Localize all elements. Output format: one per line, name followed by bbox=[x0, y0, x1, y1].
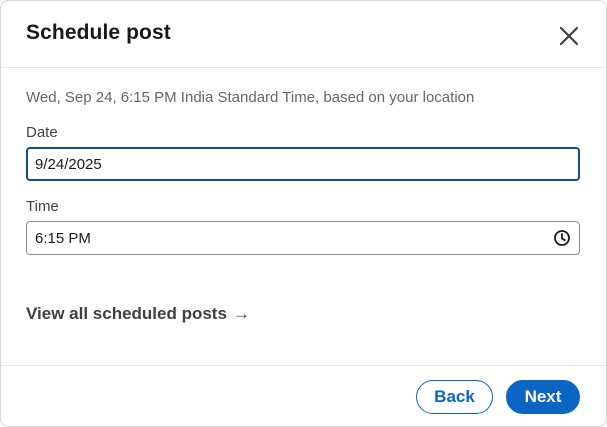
schedule-post-dialog: Schedule post Wed, Sep 24, 6:15 PM India… bbox=[0, 0, 607, 427]
date-label: Date bbox=[26, 124, 58, 141]
close-button[interactable] bbox=[554, 21, 584, 51]
back-button[interactable]: Back bbox=[416, 380, 493, 414]
next-button[interactable]: Next bbox=[506, 380, 580, 414]
time-input[interactable]: 6:15 PM bbox=[26, 221, 580, 255]
schedule-info-text: Wed, Sep 24, 6:15 PM India Standard Time… bbox=[26, 89, 475, 106]
arrow-right-icon: → bbox=[232, 304, 250, 323]
view-scheduled-posts-link[interactable]: View all scheduled posts → bbox=[26, 304, 250, 324]
date-input[interactable]: 9/24/2025 bbox=[26, 147, 580, 181]
dialog-title: Schedule post bbox=[26, 21, 171, 44]
time-value: 6:15 PM bbox=[35, 229, 91, 247]
clock-icon[interactable] bbox=[553, 229, 571, 247]
time-label: Time bbox=[26, 198, 59, 215]
dialog-footer: Back Next bbox=[1, 365, 606, 426]
close-icon bbox=[559, 26, 579, 46]
dialog-body: Wed, Sep 24, 6:15 PM India Standard Time… bbox=[1, 89, 606, 324]
view-scheduled-posts-label: View all scheduled posts bbox=[26, 304, 227, 323]
date-value: 9/24/2025 bbox=[35, 155, 102, 173]
dialog-header: Schedule post bbox=[1, 1, 606, 68]
